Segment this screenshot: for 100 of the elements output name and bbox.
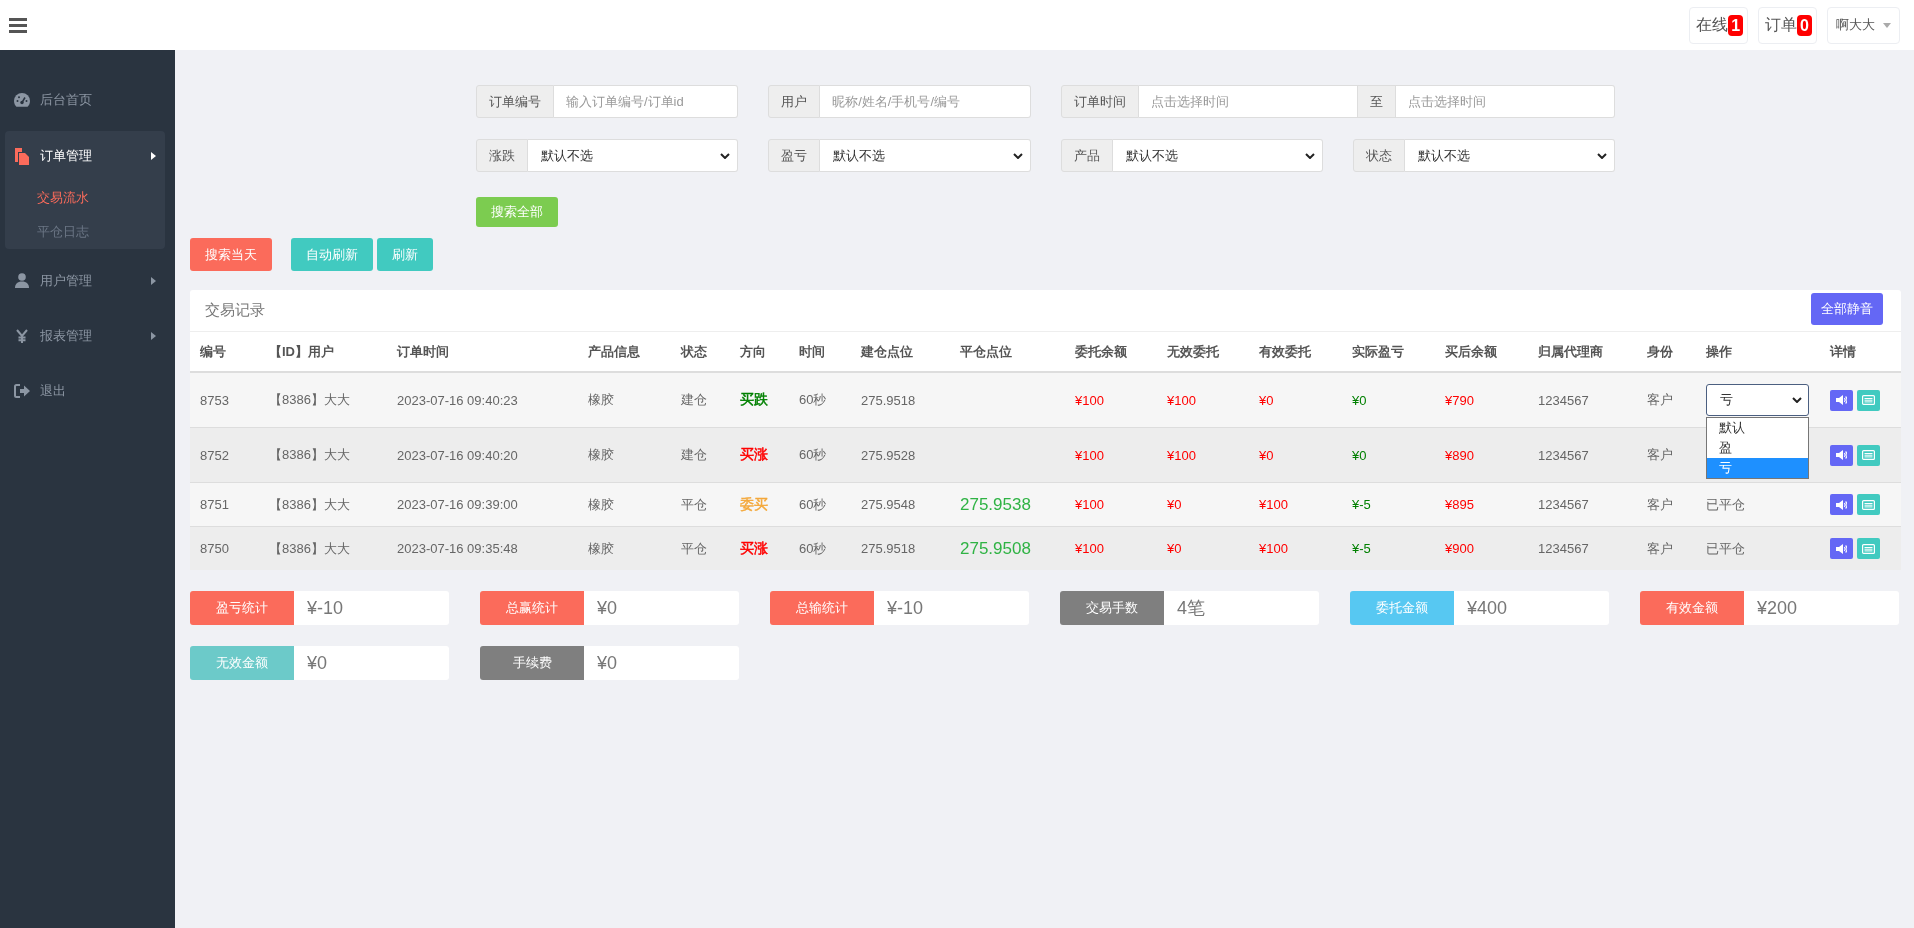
dropdown-option[interactable]: 默认	[1707, 418, 1808, 438]
speaker-icon	[1836, 543, 1847, 554]
table-cell: 275.9538	[950, 482, 1065, 527]
stat-label: 总输统计	[770, 591, 874, 625]
table-cell: 60秒	[789, 482, 851, 527]
sound-button[interactable]	[1830, 538, 1853, 559]
table-cell: ¥100	[1249, 526, 1342, 570]
table-cell: ¥0	[1157, 526, 1249, 570]
caret-right-icon	[151, 276, 156, 285]
yen-icon	[16, 328, 28, 343]
card-icon	[1862, 395, 1875, 405]
action-button[interactable]: 搜索当天	[190, 238, 272, 271]
mute-all-button[interactable]: 全部静音	[1811, 292, 1883, 325]
card-title: 交易记录	[205, 301, 265, 320]
dropdown-option[interactable]: 亏	[1707, 458, 1808, 478]
table-cell: 275.9518	[851, 372, 950, 428]
table-cell: 8751	[190, 482, 259, 527]
result-select[interactable]: 亏	[1706, 384, 1809, 416]
speaker-icon	[1836, 450, 1847, 460]
table-cell: ¥790	[1435, 372, 1528, 428]
table-cell: ¥100	[1065, 372, 1157, 428]
filter-select[interactable]: 默认不选	[1112, 139, 1323, 172]
sidebar-item[interactable]: 订单管理	[5, 131, 165, 181]
table-cell: ¥100	[1065, 482, 1157, 527]
files-icon	[14, 147, 30, 165]
direction-label: 委买	[740, 495, 768, 512]
user-icon	[15, 273, 29, 288]
table-cell: 2023-07-16 09:39:00	[387, 482, 578, 527]
user-menu[interactable]: 啊大大	[1827, 6, 1900, 44]
card-icon	[1862, 450, 1875, 460]
filter-select[interactable]: 默认不选	[820, 139, 1031, 172]
table-cell: ¥890	[1435, 427, 1528, 483]
gauge-icon	[14, 92, 30, 107]
sidebar-item[interactable]: 退出	[0, 367, 175, 414]
table-cell: 【8386】大大	[259, 482, 387, 527]
stat-value: ¥0	[584, 591, 739, 625]
table-cell: ¥100	[1157, 372, 1249, 428]
table-cell: ¥0	[1342, 427, 1435, 483]
stat-value: ¥0	[584, 646, 739, 680]
table-cell: ¥100	[1157, 427, 1249, 483]
table-cell: 275.9508	[950, 526, 1065, 570]
date-input[interactable]: 点击选择时间	[1395, 85, 1615, 118]
table-cell: 建仓	[671, 372, 730, 428]
table-cell: 60秒	[789, 372, 851, 428]
online-button[interactable]: 在线 1	[1689, 6, 1749, 44]
filter-select[interactable]: 默认不选	[1404, 139, 1615, 172]
table-cell: 橡胶	[578, 372, 671, 428]
chevron-down-icon	[720, 152, 731, 159]
table-cell: 平仓	[671, 526, 730, 570]
chevron-down-icon	[1597, 152, 1607, 159]
search-input[interactable]: 昵称/姓名/手机号/编号	[820, 85, 1031, 118]
search-input[interactable]: 输入订单编号/订单id	[554, 85, 739, 118]
stat-value: ¥-10	[874, 591, 1029, 625]
stat-label: 盈亏统计	[190, 591, 294, 625]
sidebar-item[interactable]: 后台首页	[0, 76, 175, 123]
stat-value: ¥0	[294, 646, 449, 680]
caret-right-icon	[151, 331, 156, 340]
stat-value: ¥-10	[294, 591, 449, 625]
sound-button[interactable]	[1830, 389, 1853, 411]
direction-label: 买涨	[740, 446, 768, 462]
caret-down-icon	[1883, 22, 1891, 28]
stat-value: 4笔	[1164, 591, 1319, 625]
table-cell: 客户	[1637, 427, 1696, 483]
table-cell: 1234567	[1528, 526, 1637, 570]
table-cell: 2023-07-16 09:40:20	[387, 427, 578, 483]
submenu-item[interactable]: 交易流水	[5, 181, 165, 215]
table-cell: 1234567	[1528, 372, 1637, 428]
sound-button[interactable]	[1830, 444, 1853, 466]
stat-label: 有效金额	[1640, 591, 1744, 625]
filter-label: 用户	[768, 85, 821, 118]
table-cell: 平仓	[671, 482, 730, 527]
count-badge: 0	[1797, 14, 1812, 36]
table-cell: 客户	[1637, 372, 1696, 428]
caret-right-icon	[151, 152, 156, 160]
sound-button[interactable]	[1830, 494, 1853, 515]
filter-label: 盈亏	[768, 139, 821, 172]
orders-button[interactable]: 订单 0	[1758, 6, 1817, 44]
table-cell: 已平仓	[1696, 526, 1820, 570]
table-cell: 橡胶	[578, 526, 671, 570]
table-cell: 【8386】大大	[259, 372, 387, 428]
chevron-down-icon	[1792, 397, 1802, 403]
filter-select[interactable]: 默认不选	[528, 139, 739, 172]
table-cell: 275.9548	[851, 482, 950, 527]
table-cell: 客户	[1637, 526, 1696, 570]
filter-label: 至	[1357, 85, 1396, 118]
table-cell: 60秒	[789, 427, 851, 483]
filter-label: 订单时间	[1060, 85, 1139, 118]
table-cell: 橡胶	[578, 427, 671, 483]
stat-label: 手续费	[480, 646, 584, 680]
table-cell: 8753	[190, 372, 259, 428]
sidebar-item[interactable]: 用户管理	[0, 257, 175, 304]
sidebar-item[interactable]: 报表管理	[0, 312, 175, 359]
dropdown-option[interactable]: 盈	[1707, 438, 1808, 458]
stat-label: 总赢统计	[480, 591, 584, 625]
direction-label: 买跌	[740, 391, 768, 407]
date-input[interactable]: 点击选择时间	[1138, 85, 1358, 118]
menu-icon[interactable]	[9, 17, 27, 33]
table-cell: ¥-5	[1342, 482, 1435, 527]
speaker-icon	[1836, 499, 1847, 510]
table-cell: ¥0	[1249, 427, 1342, 483]
